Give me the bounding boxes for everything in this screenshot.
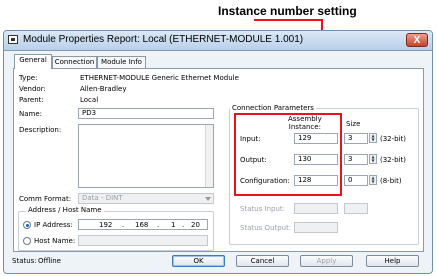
ip-octet-2: 168	[135, 221, 149, 229]
input-instance-input[interactable]: 129	[294, 133, 338, 144]
size-header: Size	[346, 120, 361, 128]
title-bar[interactable]: Module Properties Report: Local (ETHERNE…	[4, 31, 432, 51]
status-output-field[interactable]	[294, 222, 338, 233]
window-icon	[8, 35, 18, 44]
assembly-instance-header: Assembly Instance:	[288, 115, 322, 131]
input-size-input[interactable]: 3	[344, 133, 368, 144]
tab-module-info[interactable]: Module Info	[97, 56, 146, 68]
ip-dot-1: .	[122, 221, 125, 229]
ip-dot-2: .	[157, 221, 160, 229]
status-value: Offline	[38, 257, 61, 265]
configuration-label: Configuration:	[240, 177, 290, 185]
name-label: Name:	[19, 110, 43, 118]
tab-connection[interactable]: Connection	[52, 56, 97, 68]
configuration-size-input[interactable]: 0	[344, 175, 368, 186]
output-label: Output:	[240, 156, 267, 164]
parent-value: Local	[80, 96, 99, 104]
host-name-label: Host Name:	[34, 237, 76, 245]
address-group-title: Address / Host Name	[26, 206, 104, 214]
window-title: Module Properties Report: Local (ETHERNE…	[23, 34, 304, 45]
ip-dot-3: .	[182, 221, 185, 229]
configuration-instance-input[interactable]: 128	[294, 175, 338, 186]
ip-address-label: IP Address:	[34, 221, 73, 229]
cancel-button[interactable]: Cancel	[236, 255, 289, 267]
description-scrollbar[interactable]	[205, 125, 213, 187]
general-tab-panel: Type: ETHERNET-MODULE Generic Ethernet M…	[13, 68, 424, 252]
apply-button[interactable]: Apply	[300, 255, 353, 267]
status-label: Status:	[12, 257, 37, 265]
input-label: Input:	[240, 135, 261, 143]
ip-octet-3: 1	[171, 221, 176, 229]
vendor-value: Allen-Bradley	[80, 85, 127, 93]
output-size-spinner[interactable]: ▲ ▼	[369, 154, 377, 164]
host-name-input[interactable]	[78, 235, 208, 246]
status-input-field[interactable]	[294, 203, 338, 214]
module-properties-dialog: Module Properties Report: Local (ETHERNE…	[3, 30, 433, 274]
parent-label: Parent:	[19, 96, 44, 104]
ip-address-input[interactable]: 192 . 168 . 1 . 20	[78, 219, 208, 230]
status-output-label: Status Output:	[240, 224, 292, 232]
configuration-size-spinner[interactable]: ▲ ▼	[369, 175, 377, 185]
comm-format-label: Comm Format:	[19, 195, 72, 203]
vendor-label: Vendor:	[19, 85, 46, 93]
output-size-input[interactable]: 3	[344, 154, 368, 165]
input-unit: (32-bit)	[380, 135, 407, 143]
tab-general[interactable]: General	[14, 54, 52, 69]
type-value: ETHERNET-MODULE Generic Ethernet Module	[80, 74, 239, 82]
output-instance-input[interactable]: 130	[294, 154, 338, 165]
status-input-label: Status Input:	[240, 205, 286, 213]
output-unit: (32-bit)	[380, 156, 407, 164]
callout-arrow-horizontal	[254, 19, 323, 21]
type-label: Type:	[19, 74, 38, 82]
configuration-unit: (8-bit)	[380, 177, 402, 185]
comm-format-select[interactable]: Data - DINT	[78, 193, 214, 204]
ip-octet-1: 192	[99, 221, 113, 229]
name-input[interactable]: PD3	[78, 108, 214, 119]
chevron-down-icon	[205, 197, 211, 201]
ip-octet-4: 20	[191, 221, 200, 229]
connection-parameters-title: Connection Parameters	[230, 104, 316, 112]
description-textarea[interactable]	[78, 124, 214, 188]
help-button[interactable]: Help	[366, 255, 419, 267]
ok-button[interactable]: OK	[172, 255, 225, 267]
close-button[interactable]: X	[406, 33, 428, 47]
description-label: Description:	[19, 126, 62, 134]
input-size-spinner[interactable]: ▲ ▼	[369, 133, 377, 143]
status-input-size-field[interactable]	[344, 203, 368, 214]
host-name-radio[interactable]	[23, 237, 31, 245]
ip-address-radio[interactable]	[23, 221, 31, 229]
instance-number-callout: Instance number setting	[218, 4, 357, 18]
